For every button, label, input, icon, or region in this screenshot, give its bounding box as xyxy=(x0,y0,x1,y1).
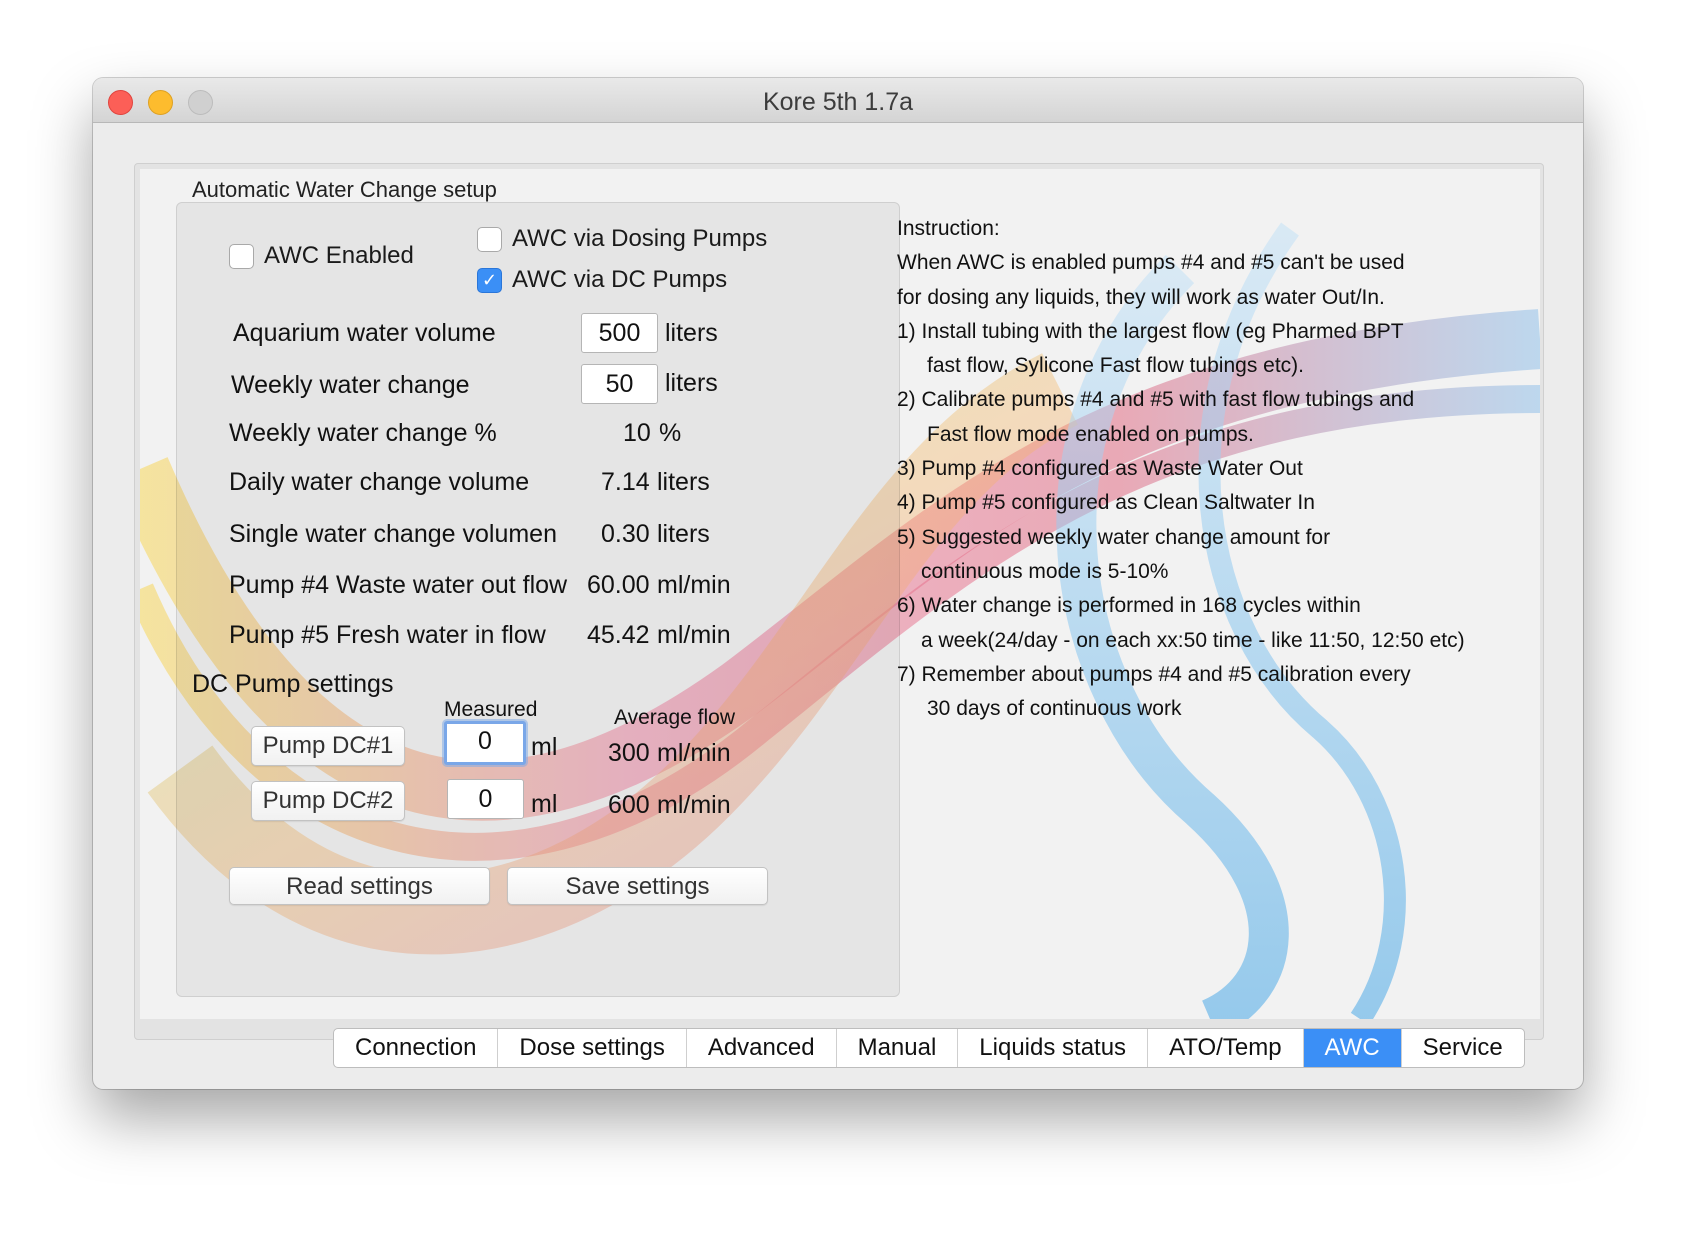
aquarium-volume-label: Aquarium water volume xyxy=(233,319,496,347)
weekly-change-unit: liters xyxy=(665,369,718,397)
tab-content-frame: Automatic Water Change setup AWC Enabled… xyxy=(134,163,1544,1040)
tab-service[interactable]: Service xyxy=(1402,1029,1524,1067)
measured-header: Measured xyxy=(444,698,538,721)
weekly-change-percent-value: 10 xyxy=(623,419,651,447)
instruction-line: 6) Water change is performed in 168 cycl… xyxy=(897,594,1361,618)
pump-dc2-measured-input[interactable]: 0 xyxy=(447,779,524,819)
instruction-line: When AWC is enabled pumps #4 and #5 can'… xyxy=(897,251,1405,275)
instruction-line: 30 days of continuous work xyxy=(927,697,1182,721)
dc-pump-settings-title: DC Pump settings xyxy=(192,670,394,698)
tab-ato-temp[interactable]: ATO/Temp xyxy=(1148,1029,1304,1067)
tab-advanced[interactable]: Advanced xyxy=(687,1029,837,1067)
window-title: Kore 5th 1.7a xyxy=(762,88,914,116)
tab-liquids-status[interactable]: Liquids status xyxy=(958,1029,1149,1067)
weekly-change-percent-label: Weekly water change % xyxy=(229,419,497,447)
pump-dc1-measured-input[interactable]: 0 xyxy=(444,721,526,765)
tab-awc[interactable]: AWC xyxy=(1303,1029,1402,1067)
instruction-line: a week(24/day - on each xx:50 time - lik… xyxy=(921,628,1465,652)
pump4-flow-value: 60.00 xyxy=(587,571,650,599)
awc-via-dc-label: AWC via DC Pumps xyxy=(512,266,728,293)
checkbox-box[interactable] xyxy=(229,243,254,269)
tab-manual[interactable]: Manual xyxy=(837,1029,959,1067)
pump-dc2-average-value: 600 xyxy=(608,791,650,819)
awc-via-dosing-label: AWC via Dosing Pumps xyxy=(512,225,768,252)
pump-dc1-button[interactable]: Pump DC#1 xyxy=(251,726,405,766)
daily-volume-label: Daily water change volume xyxy=(229,468,530,496)
instruction-line: fast flow, Sylicone Fast flow tubings et… xyxy=(927,354,1304,378)
pump-dc1-average-value: 300 xyxy=(608,739,650,767)
tab-bar: Connection Dose settings Advanced Manual… xyxy=(333,1028,1525,1068)
aquarium-volume-input[interactable]: 500 xyxy=(581,313,658,353)
app-window: Kore 5th 1.7a Automatic Water Change set… xyxy=(93,78,1583,1089)
weekly-change-label: Weekly water change xyxy=(231,371,470,399)
checkmark-icon[interactable]: ✓ xyxy=(477,267,502,293)
instructions-text: Instruction: When AWC is enabled pumps #… xyxy=(897,212,1465,726)
instruction-line: continuous mode is 5-10% xyxy=(921,559,1169,583)
awc-group-title: Automatic Water Change setup xyxy=(192,177,497,202)
awc-via-dosing-checkbox[interactable]: AWC via Dosing Pumps xyxy=(477,225,767,253)
pump-dc2-button[interactable]: Pump DC#2 xyxy=(251,781,405,821)
instruction-line: 4) Pump #5 configured as Clean Saltwater… xyxy=(897,491,1315,515)
tab-connection[interactable]: Connection xyxy=(334,1029,499,1067)
pump4-flow-unit: ml/min xyxy=(657,571,731,599)
title-bar: Kore 5th 1.7a xyxy=(93,78,1583,123)
pump4-flow-label: Pump #4 Waste water out flow xyxy=(229,571,568,599)
awc-enabled-checkbox[interactable]: AWC Enabled xyxy=(229,242,414,270)
single-volume-unit: liters xyxy=(657,520,710,548)
instruction-line: Fast flow mode enabled on pumps. xyxy=(927,422,1254,446)
pump5-flow-value: 45.42 xyxy=(587,621,650,649)
checkbox-box[interactable] xyxy=(477,226,502,252)
single-volume-value: 0.30 xyxy=(601,520,650,548)
read-settings-button[interactable]: Read settings xyxy=(229,867,490,905)
pump-dc1-measured-unit: ml xyxy=(531,733,558,761)
pump-dc1-average-unit: ml/min xyxy=(657,739,731,767)
pump5-flow-unit: ml/min xyxy=(657,621,731,649)
pump-dc2-measured-unit: ml xyxy=(531,790,558,818)
awc-group-box: AWC Enabled AWC via Dosing Pumps ✓ AWC v… xyxy=(176,202,900,997)
instruction-line: Instruction: xyxy=(897,217,1000,240)
tab-dose-settings[interactable]: Dose settings xyxy=(498,1029,687,1067)
awc-via-dc-checkbox[interactable]: ✓ AWC via DC Pumps xyxy=(477,266,727,294)
instruction-line: 1) Install tubing with the largest flow … xyxy=(897,319,1404,343)
instruction-line: 5) Suggested weekly water change amount … xyxy=(897,525,1331,549)
pump5-flow-label: Pump #5 Fresh water in flow xyxy=(229,621,546,649)
awc-enabled-label: AWC Enabled xyxy=(264,242,414,269)
average-flow-header: Average flow xyxy=(614,706,736,729)
weekly-change-percent-unit: % xyxy=(659,419,682,447)
weekly-change-input[interactable]: 50 xyxy=(581,364,658,404)
awc-panel: Automatic Water Change setup AWC Enabled… xyxy=(140,169,1540,1019)
single-volume-label: Single water change volumen xyxy=(229,520,557,548)
daily-volume-value: 7.14 xyxy=(601,468,650,496)
instruction-line: for dosing any liquids, they will work a… xyxy=(897,285,1385,309)
instruction-line: 3) Pump #4 configured as Waste Water Out xyxy=(897,457,1303,481)
pump-dc2-average-unit: ml/min xyxy=(657,791,731,819)
daily-volume-unit: liters xyxy=(657,468,710,496)
instruction-line: 2) Calibrate pumps #4 and #5 with fast f… xyxy=(897,388,1415,412)
save-settings-button[interactable]: Save settings xyxy=(507,867,768,905)
aquarium-volume-unit: liters xyxy=(665,319,718,347)
instruction-line: 7) Remember about pumps #4 and #5 calibr… xyxy=(897,662,1411,686)
